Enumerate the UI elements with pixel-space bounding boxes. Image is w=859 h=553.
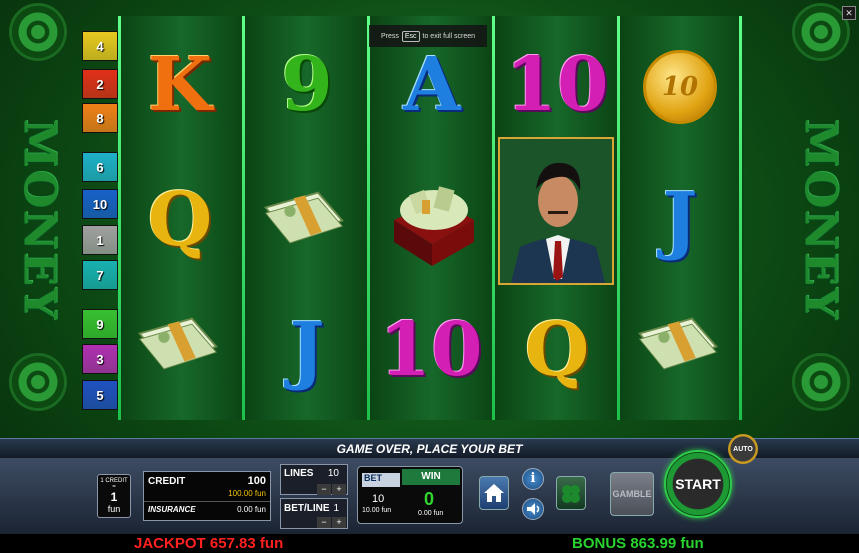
auto-spin-button[interactable]: AUTO [728,434,758,464]
clover-icon [562,485,580,503]
reel-divider [739,16,742,420]
payline-button-9[interactable]: 9 [82,309,118,339]
credit-label: CREDIT [148,476,186,487]
close-fullscreen-icon[interactable]: ✕ [842,6,856,20]
sound-button[interactable] [522,498,544,520]
symbol-j: J [289,307,325,393]
jackpot-value: 657.83 fun [209,535,284,552]
reel-divider [617,16,620,420]
denom-top: 1 CREDIT = [100,478,128,490]
payline-button-6[interactable]: 6 [82,152,118,182]
bet-win-panel: BET 10 10.00 fun WIN 0 0.00 fun [357,466,463,524]
control-panel: 1 CREDIT = 1 fun CREDIT 100 100.00 fun I… [0,434,859,534]
clover-ornament-icon [795,6,847,58]
payline-button-2[interactable]: 2 [82,69,118,99]
bet-value: 10 [372,493,385,505]
credit-divider [144,501,270,502]
symbol-k: K [147,42,213,128]
payline-button-5[interactable]: 5 [82,380,118,410]
payline-button-8[interactable]: 8 [82,103,118,133]
reel-divider [242,16,245,420]
bet-label: BET [362,473,400,487]
clover-ornament-icon [12,356,64,408]
denom-value: 1 [110,490,118,504]
win-label: WIN [402,469,460,485]
footer-bar: JACKPOT 657.83 fun BONUS 863.99 fun [0,534,859,553]
bet-line-minus-button[interactable]: − [317,517,331,528]
cash-bundle-symbol-icon [636,314,720,370]
money-side-text-right: MONEY [794,118,846,322]
slot-game: MONEY MONEY 4 2 8 6 10 1 7 9 3 5 K 9 A 10 10 Q [0,0,859,553]
lines-plus-button[interactable]: + [332,484,346,495]
symbol-q: Q [147,177,213,263]
gangster-portrait-symbol [498,137,614,285]
payline-button-3[interactable]: 3 [82,344,118,374]
home-icon [484,484,504,502]
symbol-10: 10 [505,42,609,128]
bonus-value: 863.99 fun [630,535,704,552]
reel-divider [118,16,121,420]
credit-fun: 100.00 fun [228,489,266,498]
bet-line-label: BET/LINE [284,503,330,514]
right-decoration: MONEY [781,0,859,438]
home-button[interactable] [479,476,509,510]
symbol-9: 9 [281,42,333,128]
jackpot-display: JACKPOT 657.83 fun [134,535,283,552]
reel-divider [492,16,495,420]
lines-panel: LINES 10 − + [280,464,348,495]
cash-bundle-symbol-icon [136,314,220,370]
insurance-label: INSURANCE [148,505,196,514]
bet-line-panel: BET/LINE 1 − + [280,498,348,529]
payline-button-4[interactable]: 4 [82,31,118,61]
insurance-value: 0.00 fun [237,505,266,514]
credit-value: 100 [247,475,266,487]
clover-ornament-icon [795,356,847,408]
paytable-button[interactable] [556,476,586,510]
lines-minus-button[interactable]: − [317,484,331,495]
credit-panel: CREDIT 100 100.00 fun INSURANCE 0.00 fun [143,471,271,521]
lines-value: 10 [327,468,339,479]
hint-press: Press [380,32,399,40]
info-button[interactable]: i [522,468,544,490]
status-message: GAME OVER, PLACE YOUR BET [336,441,523,456]
denom-unit: fun [107,504,121,514]
gold-coin-10-symbol: 10 [643,50,717,124]
esc-key: Esc [401,30,420,42]
win-fun: 0.00 fun [418,510,444,517]
symbol-j: J [662,177,698,263]
bet-line-plus-button[interactable]: + [332,517,346,528]
start-button[interactable]: START [664,450,732,518]
payline-button-1[interactable]: 1 [82,225,118,255]
symbol-q: Q [524,307,590,393]
symbol-a: A [403,42,461,128]
denomination-button[interactable]: 1 CREDIT = 1 fun [97,474,131,518]
jackpot-label: JACKPOT [134,535,206,552]
hint-rest: to exit full screen [422,32,476,40]
symbol-10: 10 [379,307,483,393]
cash-box-symbol-icon [386,170,482,270]
speaker-icon [527,503,540,515]
bet-fun: 10.00 fun [362,507,392,514]
lines-label: LINES [284,468,314,479]
reel-divider [367,16,370,420]
bet-line-value: 1 [333,503,339,514]
left-decoration: MONEY [0,0,78,438]
gamble-button[interactable]: GAMBLE [610,472,654,516]
fullscreen-exit-hint: Press Esc to exit full screen [369,25,487,47]
bonus-label: BONUS [572,535,627,552]
win-value: 0 [424,489,435,509]
payline-button-7[interactable]: 7 [82,260,118,290]
bonus-display: BONUS 863.99 fun [572,535,704,552]
payline-button-10[interactable]: 10 [82,189,118,219]
cash-bundle-symbol-icon [262,188,346,244]
money-side-text-left: MONEY [13,118,65,322]
clover-ornament-icon [12,6,64,58]
